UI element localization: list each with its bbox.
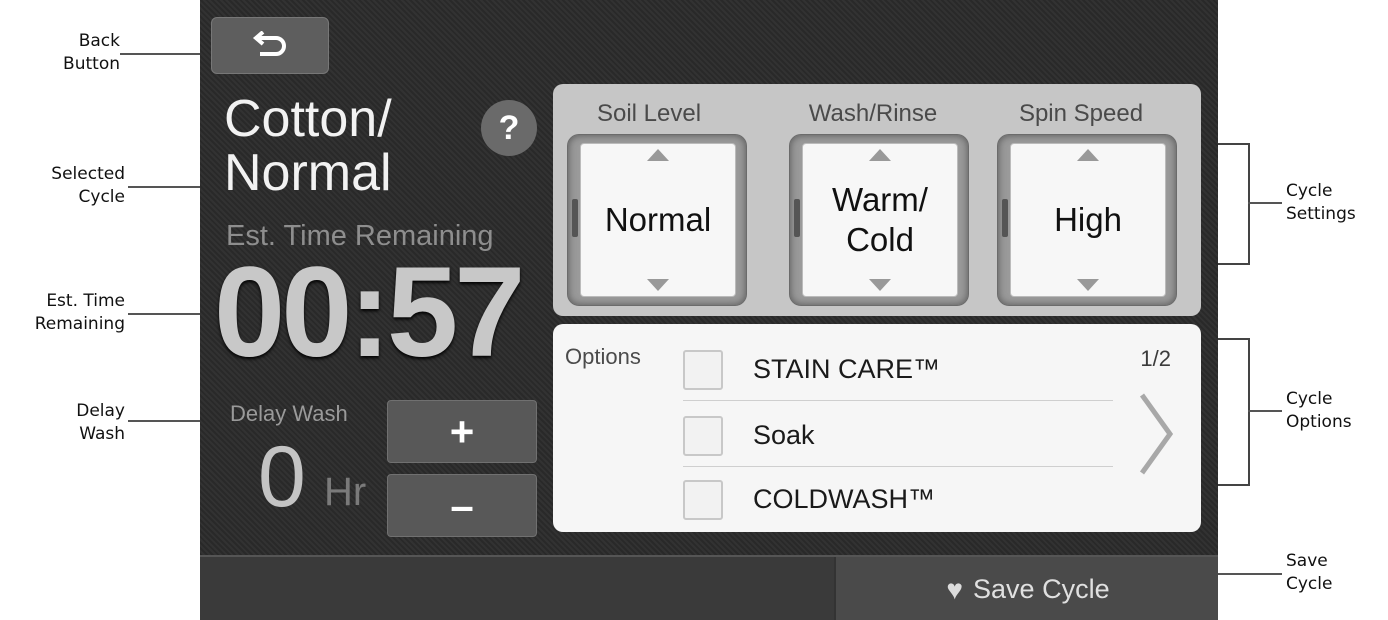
plus-icon: + (449, 407, 475, 455)
save-cycle-button[interactable]: ♥ Save Cycle (834, 557, 1218, 620)
leader-line (1210, 573, 1282, 575)
option-divider (683, 400, 1113, 401)
help-button[interactable]: ? (481, 100, 537, 156)
cycle-options-panel: Options 1/2 STAIN CARE™ Soak COLDWASH™ (553, 324, 1201, 532)
spin-speed-value: High (1010, 143, 1166, 297)
option-coldwash[interactable]: COLDWASH™ (683, 468, 1113, 528)
dial-down-arrow-icon[interactable] (1077, 279, 1099, 291)
minus-icon: – (450, 481, 474, 529)
back-arrow-icon (252, 30, 286, 56)
callout-cycle-options: Cycle Options (1286, 389, 1352, 432)
chevron-right-icon (1139, 393, 1174, 475)
heart-icon: ♥ (946, 573, 964, 605)
question-icon: ? (498, 108, 520, 147)
wash-rinse-dial[interactable]: Warm/ Cold (789, 134, 969, 306)
options-next-page-button[interactable] (1129, 384, 1183, 484)
dial-indicator (572, 199, 578, 237)
dial-up-arrow-icon[interactable] (1077, 149, 1099, 161)
leader-line (1248, 202, 1282, 204)
cycle-settings-panel: Soil Level Wash/Rinse Spin Speed Normal … (553, 84, 1201, 316)
delay-wash-label: Delay Wash (230, 401, 348, 426)
delay-wash-unit: Hr (324, 470, 367, 514)
option-label: COLDWASH™ (753, 484, 936, 514)
callout-back-button: Back Button (63, 31, 120, 74)
callout-est-time: Est. Time Remaining (34, 291, 125, 334)
callout-selected-cycle: Selected Cycle (51, 164, 125, 207)
wash-rinse-value: Warm/ Cold (802, 143, 958, 297)
leader-line (120, 53, 206, 55)
dial-down-arrow-icon[interactable] (869, 279, 891, 291)
setting-title-soil: Soil Level (596, 100, 702, 127)
setting-title-wash-rinse: Wash/Rinse (808, 100, 938, 127)
option-soak[interactable]: Soak (683, 404, 1113, 464)
option-checkbox[interactable] (683, 350, 723, 390)
selected-cycle-name: Cotton/ Normal (224, 90, 392, 202)
back-button[interactable] (211, 17, 329, 74)
option-checkbox[interactable] (683, 480, 723, 520)
washer-display: Cotton/ Normal ? Est. Time Remaining 00:… (200, 0, 1218, 620)
spin-speed-dial[interactable]: High (997, 134, 1177, 306)
option-checkbox[interactable] (683, 416, 723, 456)
soil-level-dial[interactable]: Normal (567, 134, 747, 306)
options-title: Options (565, 344, 641, 369)
leader-line (1248, 410, 1282, 412)
option-divider (683, 466, 1113, 467)
callout-save-cycle: Save Cycle (1286, 551, 1333, 594)
bottom-bar: ♥ Save Cycle (200, 555, 1218, 620)
est-time-value: 00:57 (214, 241, 525, 384)
setting-title-spin: Spin Speed (1018, 100, 1144, 127)
option-stain-care[interactable]: STAIN CARE™ (683, 338, 1113, 398)
delay-wash-value: 0 (258, 429, 306, 525)
callout-delay-wash: Delay Wash (76, 401, 125, 444)
dial-indicator (1002, 199, 1008, 237)
delay-increase-button[interactable]: + (387, 400, 537, 463)
option-label: STAIN CARE™ (753, 354, 941, 384)
delay-decrease-button[interactable]: – (387, 474, 537, 537)
dial-up-arrow-icon[interactable] (647, 149, 669, 161)
callout-cycle-settings: Cycle Settings (1286, 181, 1356, 224)
save-cycle-label: Save Cycle (973, 574, 1110, 604)
dial-up-arrow-icon[interactable] (869, 149, 891, 161)
soil-level-value: Normal (580, 143, 736, 297)
dial-indicator (794, 199, 800, 237)
dial-down-arrow-icon[interactable] (647, 279, 669, 291)
option-label: Soak (753, 420, 815, 450)
options-page-indicator: 1/2 (1140, 346, 1171, 371)
